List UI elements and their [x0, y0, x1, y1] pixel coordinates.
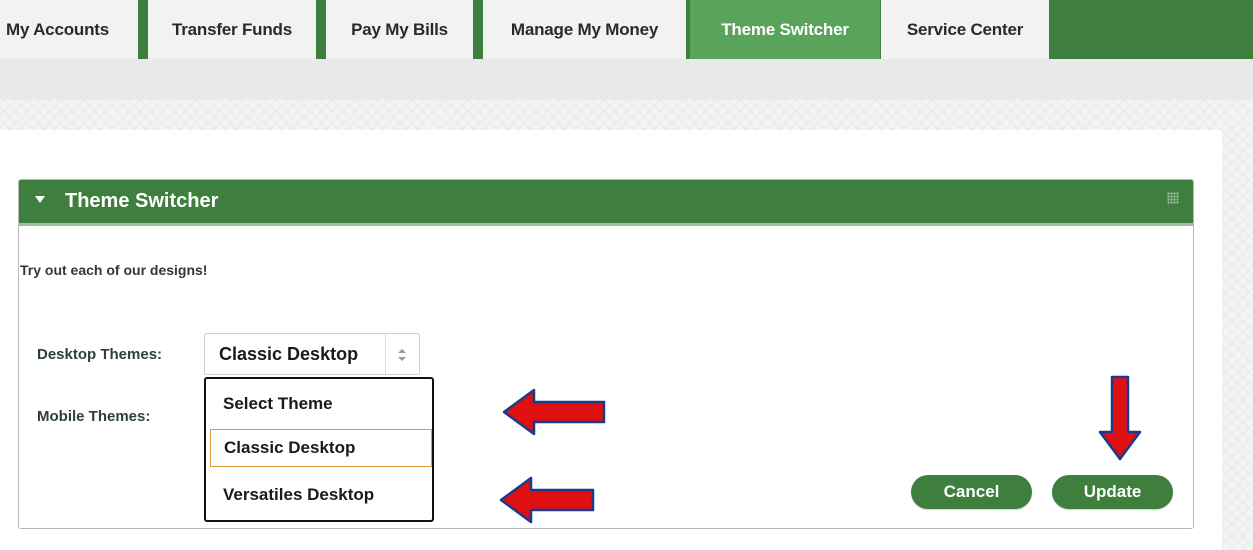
desktop-theme-select-value: Classic Desktop: [219, 344, 359, 364]
dropdown-option-versatiles-desktop[interactable]: Versatiles Desktop: [210, 476, 432, 514]
intro-text: Try out each of our designs!: [20, 262, 208, 278]
mobile-themes-label: Mobile Themes:: [37, 408, 151, 425]
tab-service-center[interactable]: Service Center: [881, 0, 1049, 59]
sub-nav-bar: [0, 59, 1253, 100]
select-divider: [385, 334, 386, 374]
panel-header[interactable]: Theme Switcher: [19, 180, 1193, 226]
desktop-themes-label: Desktop Themes:: [37, 346, 163, 363]
red-arrow-annotation: [502, 388, 606, 436]
grip-icon[interactable]: [1167, 192, 1179, 204]
update-button[interactable]: Update: [1052, 475, 1173, 509]
red-arrow-annotation: [499, 476, 595, 524]
cancel-button[interactable]: Cancel: [911, 475, 1032, 509]
tab-pay-my-bills[interactable]: Pay My Bills: [326, 0, 473, 59]
tab-my-accounts[interactable]: My Accounts: [0, 0, 138, 59]
caret-down-icon[interactable]: [35, 196, 45, 203]
dropdown-option-classic-desktop[interactable]: Classic Desktop: [210, 429, 432, 467]
tab-transfer-funds[interactable]: Transfer Funds: [148, 0, 316, 59]
desktop-theme-dropdown: Select Theme Classic Desktop Versatiles …: [204, 377, 434, 522]
select-updown-icon: [398, 349, 406, 361]
tab-theme-switcher[interactable]: Theme Switcher: [690, 0, 880, 59]
tab-manage-my-money[interactable]: Manage My Money: [483, 0, 686, 59]
panel-title: Theme Switcher: [65, 190, 219, 212]
red-arrow-annotation: [1098, 375, 1142, 461]
top-nav: My Accounts Transfer Funds Pay My Bills …: [0, 0, 1253, 59]
dropdown-option-select-theme[interactable]: Select Theme: [210, 385, 432, 423]
desktop-theme-select[interactable]: Classic Desktop: [204, 333, 420, 375]
